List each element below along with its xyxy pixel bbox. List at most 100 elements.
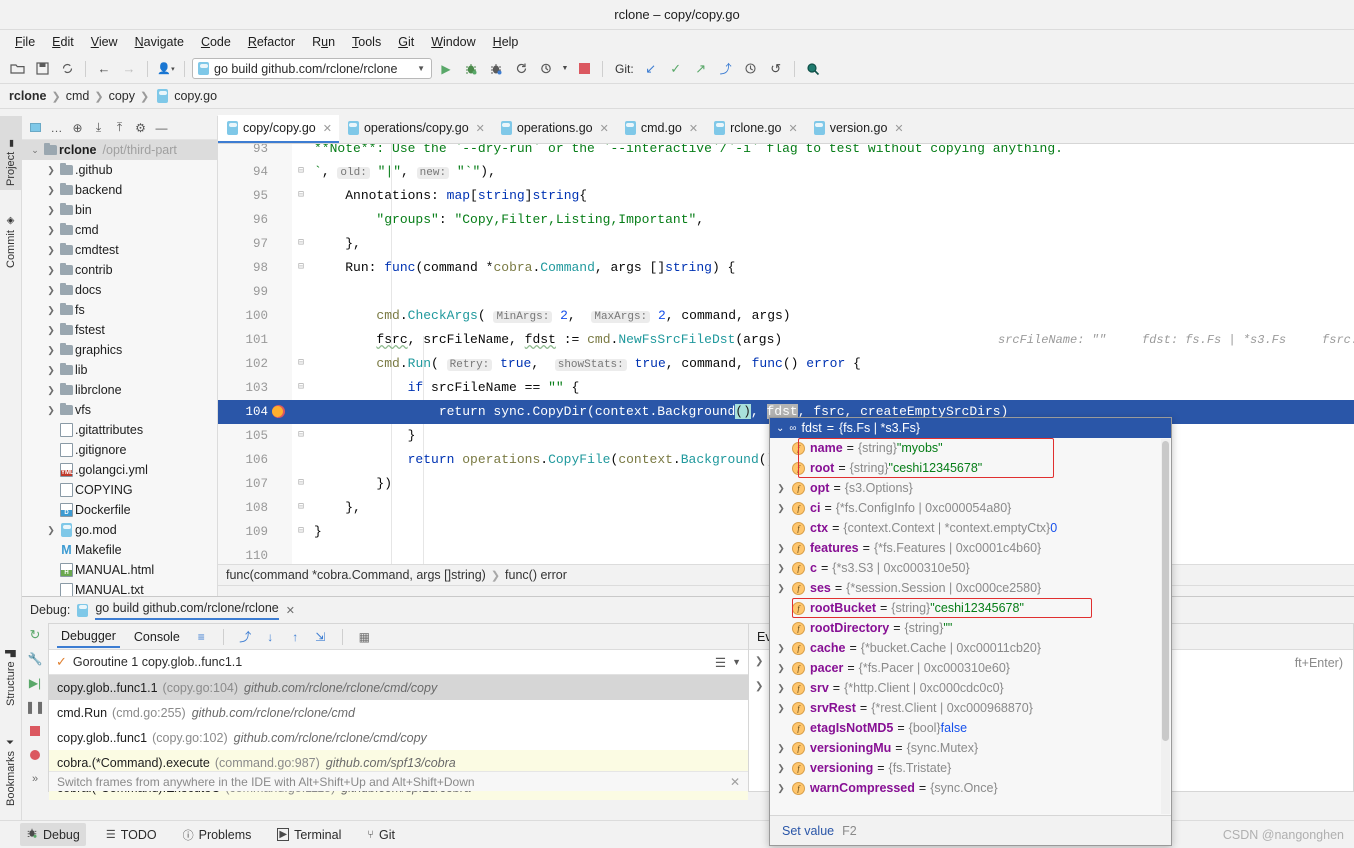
tree-row[interactable]: ❯ go.mod: [22, 520, 217, 540]
open-folder-icon[interactable]: [6, 58, 28, 80]
more-tools-icon[interactable]: »: [28, 771, 43, 786]
close-icon[interactable]: ✕: [476, 122, 485, 135]
popup-variable-row[interactable]: f rootDirectory = {string} "": [770, 618, 1171, 638]
breadcrumb-item-2[interactable]: copy: [109, 89, 135, 103]
code-line[interactable]: 94 ⊟ `, old: "|", new: "`"),: [218, 160, 1354, 184]
popup-variable-row[interactable]: ❯ f features = {*fs.Features | 0xc0001c4b60}: [770, 538, 1171, 558]
more-options-icon[interactable]: …: [49, 120, 64, 135]
status-tab-todo[interactable]: ☰ TODO: [100, 824, 163, 846]
close-icon[interactable]: ✕: [789, 122, 798, 135]
code-line[interactable]: 95 ⊟ Annotations: map[string]string{: [218, 184, 1354, 208]
stop-button[interactable]: [573, 58, 595, 80]
run-configuration-selector[interactable]: go build github.com/rclone/rclone ▼: [192, 58, 432, 79]
tree-row[interactable]: ❯ fs: [22, 300, 217, 320]
tree-row[interactable]: ❯ backend: [22, 180, 217, 200]
debug-value-popup[interactable]: ⌄ ∞ fdst = {fs.Fs | *s3.Fs} f name = {strin…: [769, 417, 1172, 846]
editor-breadcrumb-0[interactable]: func(command *cobra.Command, args []stri…: [226, 568, 486, 582]
tree-row[interactable]: ❯ contrib: [22, 260, 217, 280]
editor-tab[interactable]: operations.go ✕: [492, 115, 616, 143]
frames-layout-icon[interactable]: ≡: [194, 629, 209, 644]
expand-arrow-icon[interactable]: ❯: [44, 405, 58, 416]
fold-marker-icon[interactable]: ⊟: [294, 472, 308, 496]
popup-variable-row[interactable]: f ctx = {context.Context | *context.emptyCt…: [770, 518, 1171, 538]
tree-row[interactable]: D Dockerfile: [22, 500, 217, 520]
editor-breadcrumb-1[interactable]: func() error: [505, 568, 567, 582]
menu-navigate[interactable]: Navigate: [127, 33, 192, 51]
save-all-icon[interactable]: [31, 58, 53, 80]
popup-variable-list[interactable]: f name = {string} "myobs" f root = {string} "ce…: [770, 438, 1171, 815]
tree-row[interactable]: ❯ graphics: [22, 340, 217, 360]
chevron-down-icon[interactable]: ⌄: [776, 423, 784, 434]
chevron-down-icon[interactable]: ▼: [732, 657, 741, 667]
expand-arrow-icon-2[interactable]: ❯: [755, 681, 763, 692]
back-arrow-icon[interactable]: ←: [93, 58, 115, 80]
menu-file[interactable]: File: [7, 33, 43, 51]
code-line[interactable]: 93 **Note**: Use the `--dry-run` or the `…: [218, 144, 1354, 160]
popup-variable-row[interactable]: ❯ f versioningMu = {sync.Mutex}: [770, 738, 1171, 758]
thread-filter-icon[interactable]: ☰: [715, 655, 726, 670]
tree-row[interactable]: .gitattributes: [22, 420, 217, 440]
expand-arrow-icon[interactable]: ❯: [44, 525, 58, 536]
editor-tab[interactable]: cmd.go ✕: [616, 115, 705, 143]
popup-variable-row[interactable]: ❯ f srvRest = {*rest.Client | 0xc000968870}: [770, 698, 1171, 718]
stack-frame-row[interactable]: copy.glob..func1.1 (copy.go:104) github.co…: [49, 675, 748, 700]
rerun-icon[interactable]: [510, 58, 532, 80]
popup-variable-row[interactable]: ❯ f c = {*s3.S3 | 0xc000310e50}: [770, 558, 1171, 578]
close-icon[interactable]: ✕: [323, 122, 332, 135]
tree-row[interactable]: YML .golangci.yml: [22, 460, 217, 480]
popup-variable-row[interactable]: ❯ f versioning = {fs.Tristate}: [770, 758, 1171, 778]
search-everywhere-icon[interactable]: [802, 58, 824, 80]
code-line[interactable]: 98 ⊟ Run: func(command *cobra.Command, ar…: [218, 256, 1354, 280]
code-line[interactable]: 102 ⊟ cmd.Run( Retry: true, showStats: tr…: [218, 352, 1354, 376]
menu-refactor[interactable]: Refactor: [240, 33, 303, 51]
tree-row[interactable]: ❯ .github: [22, 160, 217, 180]
popup-scrollbar[interactable]: [1161, 439, 1170, 814]
select-opened-file-icon[interactable]: [28, 120, 43, 135]
step-out-icon[interactable]: ↑: [288, 629, 303, 644]
expand-arrow-icon[interactable]: ❯: [774, 543, 788, 554]
tab-debugger[interactable]: Debugger: [57, 626, 120, 648]
sidebar-item-project[interactable]: Project ▮: [0, 116, 22, 190]
popup-variable-row[interactable]: ❯ f warnCompressed = {sync.Once}: [770, 778, 1171, 798]
git-push-icon[interactable]: ↗: [690, 58, 712, 80]
view-breakpoints-icon[interactable]: [28, 747, 43, 762]
popup-variable-row[interactable]: f etagIsNotMD5 = {bool} false: [770, 718, 1171, 738]
tree-row[interactable]: .gitignore: [22, 440, 217, 460]
expand-arrow-icon[interactable]: ❯: [774, 683, 788, 694]
expand-arrow-icon[interactable]: ❯: [774, 783, 788, 794]
run-button[interactable]: ▶: [435, 58, 457, 80]
status-tab-debug[interactable]: Debug: [20, 823, 86, 846]
popup-variable-row[interactable]: f root = {string} "ceshi12345678": [770, 458, 1171, 478]
git-branch-icon[interactable]: ⤴: [715, 58, 737, 80]
expand-arrow-icon[interactable]: ⌄: [28, 145, 42, 156]
expand-arrow-icon[interactable]: ❯: [44, 385, 58, 396]
collapse-all-icon[interactable]: ⤒: [112, 120, 127, 135]
expand-arrow-icon[interactable]: ❯: [774, 563, 788, 574]
close-session-icon[interactable]: ✕: [286, 604, 295, 617]
popup-variable-row[interactable]: ❯ f pacer = {*fs.Pacer | 0xc000310e60}: [770, 658, 1171, 678]
tree-row[interactable]: MANUAL.txt: [22, 580, 217, 596]
stop-program-icon[interactable]: [28, 723, 43, 738]
expand-arrow-icon[interactable]: ❯: [774, 743, 788, 754]
expand-arrow-icon[interactable]: ❯: [44, 285, 58, 296]
expand-arrow-icon[interactable]: ❯: [774, 503, 788, 514]
hide-panel-icon[interactable]: —: [154, 120, 169, 135]
intention-bulb-icon[interactable]: [272, 406, 283, 417]
fold-marker-icon[interactable]: ⊟: [294, 496, 308, 520]
expand-arrow-icon[interactable]: ❯: [44, 365, 58, 376]
stack-frame-row[interactable]: copy.glob..func1 (copy.go:102) github.com/…: [49, 725, 748, 750]
fold-marker-icon[interactable]: ⊟: [294, 424, 308, 448]
code-line[interactable]: 97 ⊟ },: [218, 232, 1354, 256]
menu-git[interactable]: Git: [390, 33, 422, 51]
tree-row[interactable]: ❯ lib: [22, 360, 217, 380]
expand-arrow-icon[interactable]: ❯: [44, 245, 58, 256]
expand-arrow-icon[interactable]: ❯: [44, 265, 58, 276]
menu-help[interactable]: Help: [485, 33, 527, 51]
rerun-debug-icon[interactable]: ↻: [28, 627, 43, 642]
expand-arrow-icon[interactable]: ❯: [44, 165, 58, 176]
expand-arrow-icon[interactable]: ❯: [774, 663, 788, 674]
menu-view[interactable]: View: [83, 33, 126, 51]
expand-all-icon[interactable]: ⤓: [91, 120, 106, 135]
tree-row[interactable]: ❯ cmd: [22, 220, 217, 240]
tree-row[interactable]: ❯ bin: [22, 200, 217, 220]
